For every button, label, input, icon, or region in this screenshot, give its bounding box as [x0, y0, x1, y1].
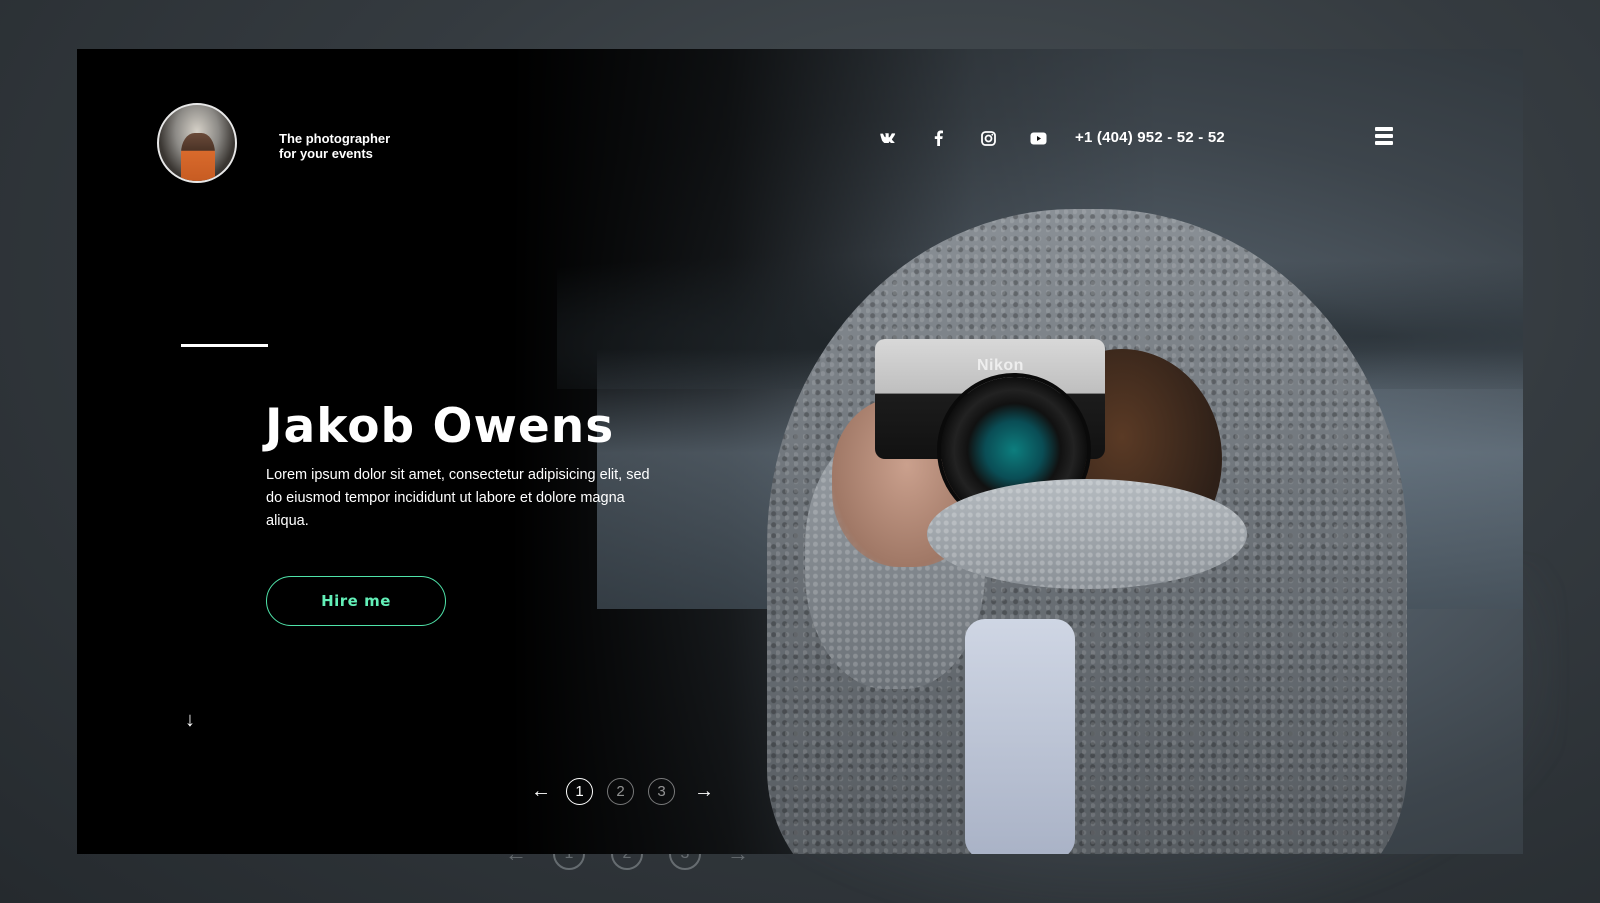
hero-title: Jakob Owens	[265, 399, 615, 454]
scroll-down-arrow-icon[interactable]: ↓	[185, 709, 195, 732]
facebook-icon-glyph	[934, 130, 943, 146]
avatar-person	[181, 133, 215, 181]
menu-bar-2	[1375, 134, 1393, 138]
page-button-3[interactable]: 3	[648, 778, 675, 805]
hero-section: Nikon The photographer for your events +…	[77, 49, 1523, 854]
social-links	[863, 127, 1063, 149]
photo-scarf	[927, 479, 1247, 589]
title-divider	[181, 344, 268, 347]
tagline-line-1: The photographer	[279, 131, 391, 146]
page-button-1[interactable]: 1	[566, 778, 593, 805]
vk-icon-glyph	[880, 133, 896, 143]
hamburger-menu-icon[interactable]	[1375, 127, 1393, 147]
instagram-icon-glyph	[980, 130, 996, 146]
vk-icon[interactable]	[863, 127, 913, 149]
tagline-line-2: for your events	[279, 146, 373, 161]
slide-pager: ← 1 2 3 →	[530, 778, 715, 805]
youtube-icon[interactable]	[1013, 127, 1063, 149]
youtube-icon-glyph	[1030, 132, 1046, 144]
hero-description: Lorem ipsum dolor sit amet, consectetur …	[266, 467, 650, 529]
menu-bar-1	[1375, 127, 1393, 131]
page-button-2[interactable]: 2	[607, 778, 634, 805]
phone-number[interactable]: +1 (404) 952 - 52 - 52	[1075, 129, 1225, 146]
prev-slide-arrow-icon[interactable]: ←	[530, 780, 552, 803]
hire-me-button[interactable]: Hire me	[266, 576, 446, 626]
photo-shirt	[965, 619, 1075, 854]
avatar[interactable]	[157, 103, 237, 183]
menu-bar-3	[1375, 141, 1393, 145]
camera-brand-text: Nikon	[977, 357, 1024, 374]
site-tagline: The photographer for your events	[279, 131, 390, 161]
instagram-icon[interactable]	[963, 127, 1013, 149]
facebook-icon[interactable]	[913, 127, 963, 149]
next-slide-arrow-icon[interactable]: →	[693, 780, 715, 803]
